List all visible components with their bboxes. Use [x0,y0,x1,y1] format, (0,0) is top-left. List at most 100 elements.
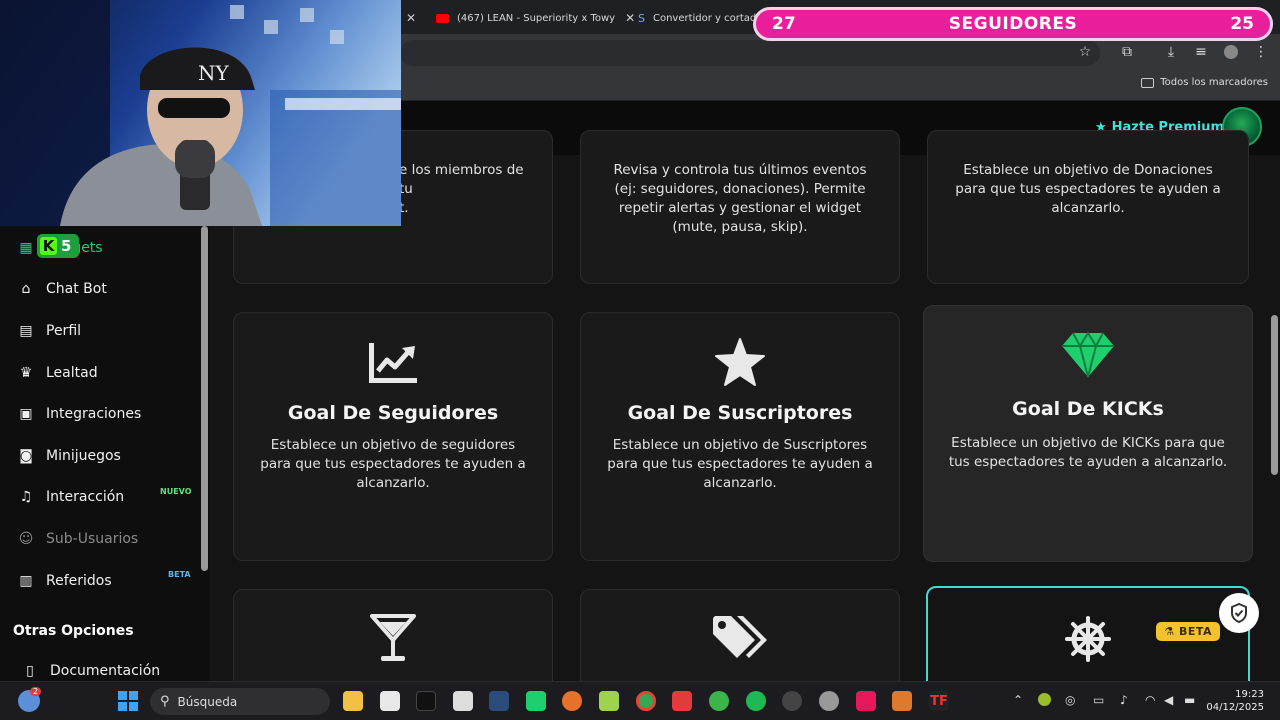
main-scrollbar[interactable] [1271,315,1278,475]
tab-title: Convertidor y cortador [652,12,758,24]
steam-icon[interactable] [489,691,509,711]
sidebar-item-chat-bot[interactable]: ⌂ Chat Bot [18,277,107,301]
app-icon[interactable] [892,691,912,711]
volume-icon[interactable]: ◀ [1164,693,1173,707]
sidebar-item-sub-usuarios[interactable]: ☺ Sub-Usuarios [18,527,139,551]
tab-title: (467) LEAN - Superiority x Towy [457,12,616,24]
sidebar-scrollbar[interactable] [201,226,208,571]
card-desc: Establece un objetivo de KICKs para que … [948,435,1228,470]
beta-label: BETA [1178,625,1212,638]
card-desc: Establece un objetivo de seguidores para… [260,437,526,491]
id-card-icon: ▤ [19,323,33,339]
extensions-icon[interactable]: ⧉ [1118,43,1136,61]
kick-badge-count: 5 [61,237,72,255]
url-input[interactable] [400,40,1100,66]
spotify-icon[interactable] [746,691,766,711]
menu-dots-icon[interactable]: ⋮ [1252,43,1270,61]
card-title: Goal De Seguidores [287,402,499,424]
sidebar-item-lealtad[interactable]: ♛ Lealtad [18,361,98,385]
card-desc: Establece un objetivo de Suscriptores pa… [607,437,873,491]
cocktail-icon [234,614,552,662]
kick-icon[interactable] [526,691,546,711]
app-icon[interactable] [782,691,802,711]
tray-app-icon[interactable] [1038,693,1051,706]
profile-icon[interactable] [1222,43,1240,61]
privacy-shield-button[interactable] [1219,593,1259,633]
bookmarks-label: Todos los marcadores [1160,77,1268,88]
app-icon[interactable] [562,691,582,711]
card-donations-goal[interactable]: Establece un objetivo de Donaciones para… [927,130,1249,284]
address-card-icon: ▥ [19,573,33,589]
chevron-up-icon[interactable]: ⌃ [1013,693,1023,707]
taskbar-search[interactable]: ⚲ Búsqueda [150,688,330,715]
app-icon[interactable] [380,691,400,711]
sidebar-item-referidos[interactable]: ▥ Referidos [18,569,112,593]
card-kicks-goal[interactable]: Goal De KICKs Establece un objetivo de K… [923,305,1253,562]
tray-app-icon[interactable]: ▭ [1093,693,1104,707]
users-icon: ☺ [18,531,34,547]
app-icon[interactable] [709,691,729,711]
svg-text:NY: NY [198,61,230,85]
sidebar-item-label: Sub-Usuarios [46,531,139,547]
trophy-icon: ♛ [19,365,33,381]
app-icon[interactable] [672,691,692,711]
sidebar-item-documentacion[interactable]: ▯ Documentación [22,659,160,683]
all-bookmarks-button[interactable]: Todos los marcadores [1141,77,1268,88]
sidebar-item-minijuegos[interactable]: ◙ Minijuegos [18,444,121,468]
card-followers-goal[interactable]: Goal De Seguidores Establece un objetivo… [233,312,553,561]
bookmarks-bar: Todos los marcadores [400,71,1280,101]
windows-start-icon[interactable] [118,691,138,711]
sidebar-item-perfil[interactable]: ▤ Perfil [18,319,81,343]
webcam-overlay: NY [0,0,401,226]
app-icon[interactable]: TF [929,691,949,711]
gamepad-icon: ◙ [19,448,33,464]
app-icon[interactable] [599,691,619,711]
bookmark-star-icon[interactable]: ☆ [1076,43,1094,61]
sidebar-item-label: Referidos [46,573,112,589]
card-desc: Establece un objetivo de Donaciones para… [955,162,1221,216]
sidebar-item-interaccion[interactable]: ♫ Interacción [18,485,124,509]
sidebar-item-label: Minijuegos [46,448,121,464]
sidebar-item-label: Documentación [50,663,161,679]
tray-app-icon[interactable]: ◎ [1065,693,1075,707]
clock[interactable]: 19:23 04/12/2025 [1206,688,1264,714]
download-icon[interactable]: ⤓ [1162,43,1180,61]
search-icon: ⚲ [160,694,170,709]
tab-convertidor[interactable]: S Convertidor y cortador [638,6,758,30]
book-icon: ▯ [26,663,34,679]
media-control-icon[interactable]: ≡ [1192,43,1210,61]
overlay-goal: 25 [1230,14,1254,34]
settings-icon[interactable] [819,691,839,711]
music-icon: ♫ [19,489,33,505]
search-placeholder: Búsqueda [177,694,238,709]
screen: ✕ (467) LEAN - Superiority x Towy ✕ S Co… [0,0,1280,720]
beta-pill: ⚗ BETA [1156,622,1220,641]
file-explorer-icon[interactable] [343,691,363,711]
gem-icon [924,332,1252,378]
sidebar-item-integraciones[interactable]: ▣ Integraciones [18,402,141,426]
sidebar-item-label: Integraciones [46,406,142,422]
shield-check-icon [1231,603,1247,623]
tiktok-live-icon[interactable] [856,691,876,711]
tab-youtube[interactable]: (467) LEAN - Superiority x Towy ✕ [436,6,636,30]
clock-date: 04/12/2025 [1206,702,1264,713]
youtube-icon [436,13,449,23]
robot-icon: ⌂ [21,281,31,297]
chrome-icon[interactable] [636,691,656,711]
app-icon[interactable] [453,691,473,711]
card-subscribers-goal[interactable]: Goal De Suscriptores Establece un objeti… [580,312,900,561]
wifi-icon[interactable]: ◠ [1145,693,1155,707]
taskbar: 2 ⚲ Búsqueda TF ⌃ ◎ ▭ ♪ ◠ ◀ ▬ 19:23 04/1… [0,681,1280,720]
close-icon[interactable]: ✕ [625,11,635,25]
section-title: Otras Opciones [13,623,134,639]
card-title: Goal De Suscriptores [627,402,853,424]
card-events[interactable]: Revisa y controla tus últimos eventos (e… [580,130,900,284]
new-badge: NUEVO [160,487,192,496]
tab-close-icon[interactable]: ✕ [406,6,420,30]
card-desc: Revisa y controla tus últimos eventos (e… [613,162,867,235]
sidebar-item-label: Interacción [46,489,125,505]
sidebar-item-label: Perfil [46,323,82,339]
battery-icon[interactable]: ▬ [1184,693,1195,707]
microphone-icon[interactable]: ♪ [1120,693,1128,707]
tiktok-icon[interactable] [416,691,436,711]
